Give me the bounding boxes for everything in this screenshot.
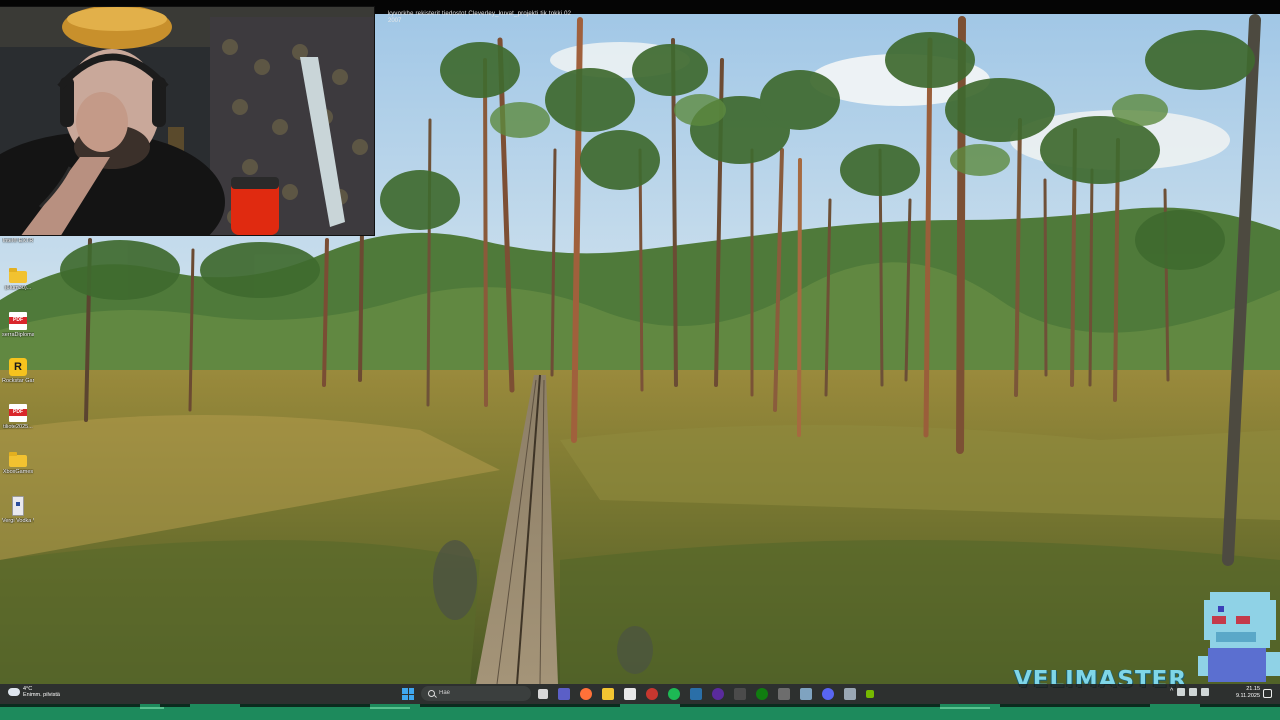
desktop-icon-label: (6Ium30)... [4,285,32,291]
desktop-icon-label: XboxGames [2,469,34,475]
system-tray: ^ [1170,688,1210,696]
notification-center-icon[interactable] [1263,689,1272,698]
spotify-icon[interactable] [668,688,680,700]
clock-date: 9.11.2025 [1235,693,1260,699]
store-icon[interactable] [624,688,636,700]
desktop-icon-label: tiliote2025... [3,424,33,430]
folder-icon [9,452,27,467]
chevron-up-icon[interactable]: ^ [1170,688,1173,696]
nvidia-icon[interactable] [866,690,874,698]
desktop-icon-label: Intel® EXTR [2,238,34,244]
desktop-icon-usb[interactable]: Vergi Vodka Vain [2,496,34,524]
start-button[interactable] [402,688,414,700]
top-overlay-text: kyvorkhe rekisterit tiedostot Cleverley_… [388,11,572,17]
folder-icon [9,268,27,283]
weather-widget[interactable]: 4°C Enimm. pilvistä [8,686,60,698]
clock-time: 21.15 [1246,686,1260,692]
taskbar-search[interactable] [421,686,531,701]
desktop-icon-pdf-2[interactable]: PDF tiliote2025... [2,404,34,430]
desktop-icon-intel[interactable]: Intel® EXTR [2,236,34,244]
discord-icon[interactable] [822,688,834,700]
webcam-overlay [0,7,374,235]
firefox-icon[interactable] [580,688,592,700]
desktop-icon-pdf-1[interactable]: PDF serraDiplomati/Matkat [2,312,34,338]
xbox-icon[interactable] [756,688,768,700]
desktop-icon-folder-1[interactable]: (6Ium30)... [2,268,34,291]
rockstar-icon: R [9,358,27,376]
taskbar: 4°C Enimm. pilvistä ^ 21.15 9.11.2025 [0,684,1280,704]
calculator-icon[interactable] [734,688,746,700]
pdf-icon: PDF [9,404,27,422]
cloud-icon [8,688,20,696]
teams-icon[interactable] [558,688,570,700]
volume-icon[interactable] [1189,688,1198,696]
epic-games-icon[interactable] [778,688,790,700]
system-clock[interactable]: 21.15 9.11.2025 [1224,686,1260,700]
usb-drive-icon [12,496,24,516]
file-explorer-icon[interactable] [602,688,614,700]
pixel-overlay-strip [0,704,1280,720]
battery-icon[interactable] [1201,688,1210,696]
weather-description: Enimm. pilvistä [23,692,60,698]
chrome-icon[interactable] [646,688,658,700]
pdf-icon: PDF [9,312,27,330]
steam-icon[interactable] [690,688,702,700]
windows-logo-icon [402,688,408,694]
desktop-icon-label: Rockstar Games [2,378,34,384]
settings-icon[interactable] [800,688,812,700]
top-overlay-text-2: 2007 [388,18,402,24]
search-input[interactable] [439,687,525,699]
photos-icon[interactable] [844,688,856,700]
pixel-mascot-icon [1198,586,1280,686]
desktop-icon-xboxgames[interactable]: XboxGames [2,452,34,475]
network-icon[interactable] [1177,688,1186,696]
search-icon [428,690,435,697]
obs-icon[interactable] [712,688,724,700]
desktop-icon-label: Vergi Vodka Vain [2,518,34,524]
desktop-icon-rockstar[interactable]: R Rockstar Games [2,358,34,384]
task-view-icon[interactable] [538,689,548,699]
desktop-icon-label: serraDiplomati/Matkat [2,332,34,338]
